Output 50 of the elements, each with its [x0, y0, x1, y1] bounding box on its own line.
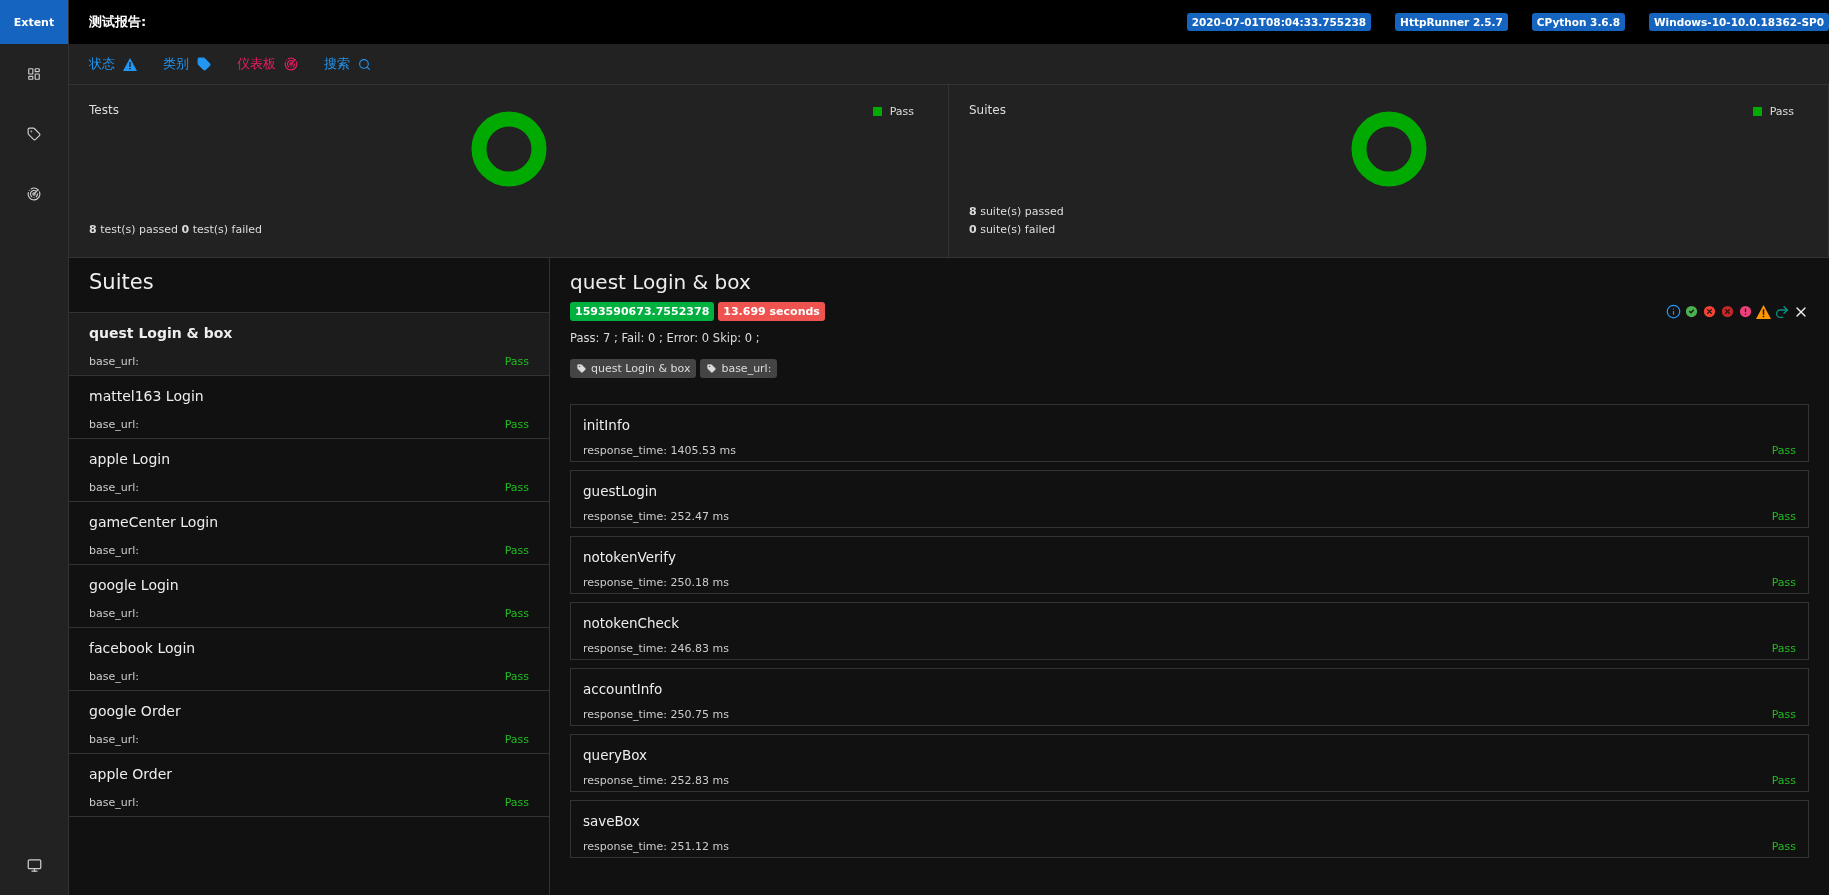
- radar-icon: [284, 57, 298, 71]
- info-icon[interactable]: [1666, 304, 1681, 319]
- summary-text: 8 suite(s) passed: [969, 204, 1065, 220]
- cross-icon[interactable]: [1720, 304, 1735, 319]
- result-counts: Pass: 7 ; Fail: 0 ; Error: 0 Skip: 0 ;: [570, 331, 761, 345]
- panel-title: Tests: [89, 103, 119, 117]
- redo-arrow-icon[interactable]: [1774, 303, 1790, 320]
- nav-tab[interactable]: 类别: [163, 55, 211, 73]
- legend-swatch: [1752, 107, 1762, 116]
- legend-label: Pass: [889, 105, 914, 118]
- test-card[interactable]: guestLogin response_time: 252.47 ms Pass: [570, 470, 1809, 528]
- nav-tab[interactable]: 仪表板: [237, 55, 298, 73]
- tag-icon: [197, 57, 211, 71]
- tag-icon: [576, 363, 587, 374]
- suite-item[interactable]: quest Login & box base_url: Pass: [69, 313, 549, 376]
- summary-text: 8 test(s) passed 0 test(s) failed: [89, 222, 264, 238]
- tag-icon[interactable]: [27, 127, 41, 141]
- radar-icon[interactable]: [27, 187, 41, 201]
- suite-title: quest Login & box: [570, 270, 752, 294]
- env-badge: HttpRunner 2.5.7: [1395, 13, 1508, 31]
- duration-badge: 13.699 seconds: [718, 302, 825, 321]
- nav-tab[interactable]: 搜索: [324, 55, 371, 73]
- test-card[interactable]: saveBox response_time: 251.12 ms Pass: [570, 800, 1809, 858]
- panel-title: Suites: [969, 103, 1006, 117]
- env-badge: Windows-10-10.0.18362-SP0: [1649, 13, 1829, 31]
- report-title: 测试报告:: [89, 13, 148, 31]
- monitor-icon[interactable]: [26, 857, 42, 873]
- check-icon[interactable]: [1684, 304, 1699, 319]
- cross-icon[interactable]: [1702, 304, 1717, 319]
- test-card[interactable]: accountInfo response_time: 250.75 ms Pass: [570, 668, 1809, 726]
- test-card[interactable]: queryBox response_time: 252.83 ms Pass: [570, 734, 1809, 792]
- dashboard-icon[interactable]: [27, 67, 41, 81]
- alert-icon[interactable]: [1738, 304, 1753, 319]
- search-icon: [358, 57, 371, 71]
- env-badge: CPython 3.6.8: [1531, 13, 1625, 31]
- legend-swatch: [872, 107, 882, 116]
- start-time-badge: 1593590673.7552378: [570, 302, 715, 321]
- nav-tab[interactable]: 状态: [89, 55, 137, 73]
- legend-label: Pass: [1769, 105, 1794, 118]
- warning-icon[interactable]: [1756, 304, 1771, 319]
- test-card[interactable]: notokenVerify response_time: 250.18 ms Pass: [570, 536, 1809, 594]
- warning-icon: [123, 57, 137, 71]
- brand-logo[interactable]: Extent: [0, 0, 68, 44]
- tag-chip: base_url:: [700, 359, 778, 378]
- summary-text: 0 suite(s) failed: [969, 222, 1057, 238]
- env-badge: 2020-07-01T08:04:33.755238: [1186, 13, 1372, 31]
- tag-icon: [706, 363, 718, 374]
- test-card[interactable]: initInfo response_time: 1405.53 ms Pass: [570, 404, 1809, 462]
- tag-chip: quest Login & box: [570, 359, 697, 378]
- test-card[interactable]: notokenCheck response_time: 246.83 ms Pass: [570, 602, 1809, 660]
